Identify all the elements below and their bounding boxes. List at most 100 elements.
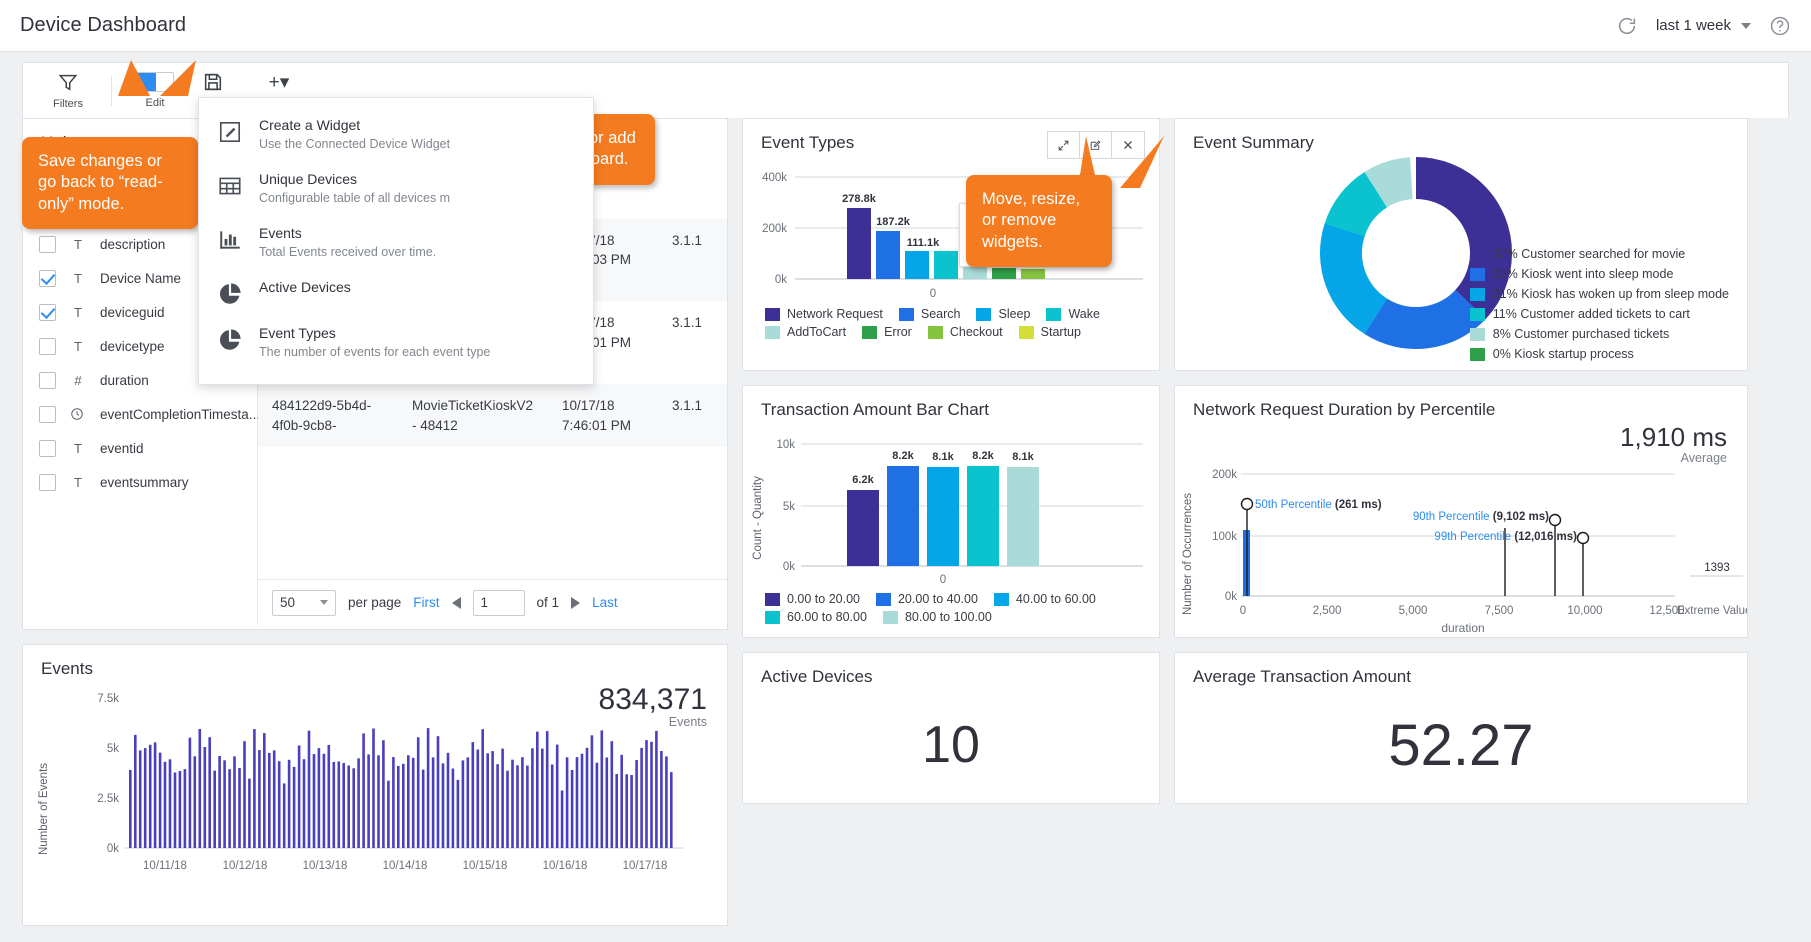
legend-swatch (1046, 307, 1062, 321)
events-title: Events (41, 659, 93, 678)
svg-text:10/17/18: 10/17/18 (623, 860, 668, 872)
svg-text:0k: 0k (1225, 591, 1237, 603)
cell-version: 3.1.1 (672, 315, 703, 331)
svg-text:0: 0 (930, 288, 936, 300)
field-type-icon: T (74, 270, 82, 286)
field-label: duration (100, 372, 149, 388)
menu-item-create-widget[interactable]: Create a Widget Use the Connected Device … (199, 108, 593, 162)
network-request-chart: Number of Occurrences 200k 100k 0k 50th … (1182, 469, 1747, 633)
callout-save: Save changes or go back to “read-only” m… (22, 137, 198, 230)
field-checkbox[interactable] (39, 337, 56, 355)
legend-item: 11% Customer added tickets to cart (1469, 307, 1729, 321)
field-type-icon: T (74, 304, 82, 320)
field-label: eventsummary (100, 474, 189, 490)
filter-icon (57, 71, 79, 93)
svg-text:10/12/18: 10/12/18 (223, 860, 268, 872)
legend-label: Checkout (949, 325, 1003, 339)
average-transaction-value: 52.27 (1388, 712, 1534, 778)
menu-item-event-types[interactable]: Event Types The number of events for each… (199, 316, 593, 370)
legend-label: 37% Customer searched for movie (1492, 247, 1686, 261)
menu-item-events[interactable]: Events Total Events received over time. (199, 216, 593, 270)
network-request-value: 1,910 ms (1620, 422, 1727, 452)
per-page-label: per page (348, 595, 402, 610)
field-label: description (100, 236, 166, 252)
events-total-unit: Events (668, 715, 707, 729)
transaction-amount-widget: Transaction Amount Bar Chart Count - Qua… (742, 385, 1160, 638)
cell-version: 3.1.1 (672, 232, 703, 248)
svg-text:0k: 0k (783, 561, 795, 573)
prev-page-icon[interactable] (451, 596, 461, 609)
field-checkbox[interactable] (39, 473, 56, 491)
pie-chart-icon (217, 281, 243, 307)
edit-icon[interactable] (1080, 132, 1112, 158)
event-summary-title: Event Summary (1193, 133, 1314, 152)
help-icon[interactable] (1769, 15, 1791, 37)
field-row[interactable]: Teventsummary (23, 465, 257, 499)
next-page-icon[interactable] (571, 596, 581, 609)
legend-item: Startup (1018, 325, 1081, 339)
svg-text:50th Percentile (261 ms): 50th Percentile (261 ms) (1255, 499, 1382, 511)
svg-text:400k: 400k (762, 172, 787, 184)
svg-text:0: 0 (1240, 605, 1246, 617)
menu-item-title: Event Types (259, 325, 336, 341)
events-widget: Events 834,371 Events Number of Events 7… (22, 644, 728, 926)
legend-item: Sleep (976, 307, 1030, 321)
filters-button[interactable]: Filters (41, 67, 95, 115)
close-icon[interactable] (1112, 132, 1144, 158)
legend-item: 8% Customer purchased tickets (1469, 327, 1729, 341)
page-number-input[interactable]: 1 (472, 589, 525, 616)
chevron-down-icon (320, 600, 328, 605)
field-type-icon: T (74, 440, 82, 456)
average-transaction-widget: Average Transaction Amount 52.27 (1174, 652, 1748, 804)
legend-label: 8% Customer purchased tickets (1492, 327, 1670, 341)
legend-swatch (765, 307, 780, 321)
legend-label: 22% Kiosk went into sleep mode (1492, 267, 1674, 281)
callout-widget-controls: Move, resize, or remove widgets. (966, 175, 1112, 268)
svg-text:10,000: 10,000 (1567, 605, 1602, 617)
filters-label: Filters (53, 98, 83, 110)
svg-text:0: 0 (940, 574, 946, 586)
field-checkbox[interactable] (39, 405, 56, 423)
field-type-icon: T (74, 338, 82, 354)
pencil-square-icon (217, 119, 243, 145)
field-checkbox[interactable] (39, 371, 56, 389)
top-bar-actions: last 1 week (1616, 15, 1791, 37)
field-checkbox[interactable] (39, 303, 56, 321)
svg-text:6.2k: 6.2k (852, 474, 874, 486)
edit-toggle-switch[interactable] (136, 72, 174, 92)
svg-text:187.2k: 187.2k (876, 216, 911, 228)
menu-item-subtitle: Configurable table of all devices m (259, 191, 451, 205)
field-label: Device Name (100, 270, 182, 286)
resize-icon[interactable] (1048, 132, 1080, 158)
legend-swatch (1469, 267, 1485, 281)
page-size-select[interactable]: 50 (272, 589, 336, 616)
menu-item-unique-devices[interactable]: Unique Devices Configurable table of all … (199, 162, 593, 216)
field-row[interactable]: Teventid (23, 431, 257, 465)
bar-chart-icon (217, 227, 243, 253)
pagination: 50 per page First 1 of 1 Last (258, 579, 727, 625)
edit-toggle[interactable]: Edit (128, 67, 182, 115)
table-row[interactable]: 484122d9-5b4d-4f0b-9cb8- MovieTicketKios… (258, 383, 727, 448)
first-page-link[interactable]: First (413, 595, 439, 610)
legend-item: 37% Customer searched for movie (1469, 247, 1729, 261)
refresh-icon[interactable] (1616, 15, 1638, 37)
field-label: deviceguid (100, 304, 165, 320)
field-checkbox[interactable] (39, 439, 56, 457)
legend-swatch (898, 307, 914, 321)
menu-item-active-devices[interactable]: Active Devices (199, 270, 593, 316)
field-checkbox[interactable] (39, 269, 56, 287)
time-range-selector[interactable]: last 1 week (1656, 17, 1751, 34)
field-row[interactable]: eventCompletionTimesta... (23, 397, 260, 431)
legend-swatch (765, 610, 780, 624)
svg-text:10/13/18: 10/13/18 (303, 860, 348, 872)
menu-item-title: Create a Widget (259, 117, 361, 133)
field-checkbox[interactable] (39, 235, 56, 253)
svg-text:8.1k: 8.1k (932, 451, 954, 463)
menu-item-title: Events (259, 225, 302, 241)
legend-label: 80.00 to 100.00 (904, 610, 992, 624)
legend-item: 20.00 to 40.00 (875, 592, 978, 606)
events-total: 834,371 Events (599, 683, 707, 729)
legend-item: 60.00 to 80.00 (765, 610, 867, 624)
last-page-link[interactable]: Last (592, 595, 618, 610)
legend-label: 40.00 to 60.00 (1015, 592, 1096, 606)
